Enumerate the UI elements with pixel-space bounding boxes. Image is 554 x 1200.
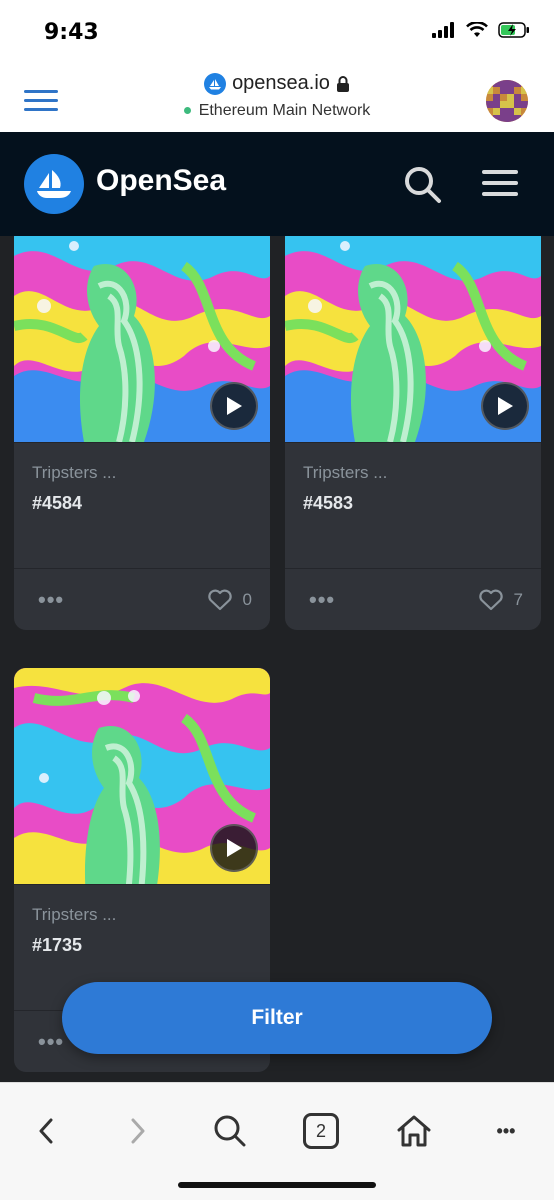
more-dots-icon: ••• — [496, 1120, 516, 1141]
favorite-button[interactable]: 7 — [478, 589, 523, 611]
back-button[interactable] — [26, 1111, 66, 1151]
tabs-button[interactable]: 2 — [303, 1113, 339, 1149]
more-dots-icon[interactable]: ••• — [38, 587, 64, 613]
heart-icon — [207, 589, 232, 610]
battery-icon — [498, 22, 529, 38]
token-id: #4583 — [303, 493, 354, 513]
search-icon — [214, 1115, 246, 1147]
collection-name[interactable]: Tripsters ... — [32, 463, 252, 483]
play-button[interactable] — [481, 382, 529, 430]
chevron-right-icon — [131, 1118, 145, 1144]
signal-icon — [432, 22, 454, 38]
avatar[interactable] — [486, 80, 528, 122]
heart-icon — [478, 589, 503, 610]
token-id: #1735 — [32, 935, 83, 955]
card-footer: ••• 7 — [285, 568, 541, 630]
url-area[interactable]: opensea.io Ethereum Main Network — [0, 72, 554, 120]
url-text: opensea.io — [232, 72, 330, 94]
filter-button[interactable]: Filter — [62, 982, 492, 1054]
card-info: Tripsters ... #4583 — [285, 442, 541, 568]
brand-name[interactable]: OpenSea — [96, 164, 226, 198]
card-info: Tripsters ... #4584 — [14, 442, 270, 568]
tabs-count: 2 — [315, 1120, 326, 1141]
hamburger-icon[interactable] — [482, 170, 518, 203]
asset-image[interactable] — [285, 236, 541, 442]
search-icon[interactable] — [404, 166, 442, 204]
status-time: 9:43 — [44, 20, 99, 45]
lock-icon — [336, 75, 349, 92]
more-options-button[interactable]: ••• — [486, 1111, 526, 1151]
card-footer: ••• 0 — [14, 568, 270, 630]
status-icons — [432, 22, 530, 38]
browser-address-bar: opensea.io Ethereum Main Network — [0, 64, 554, 132]
home-button[interactable] — [394, 1111, 434, 1151]
forward-button[interactable] — [118, 1111, 158, 1151]
like-count: 0 — [242, 589, 252, 609]
chevron-left-icon — [39, 1118, 53, 1144]
play-icon — [227, 397, 242, 415]
asset-card[interactable]: Tripsters ... #4583 ••• 7 — [285, 236, 541, 630]
home-icon — [397, 1115, 431, 1147]
asset-image[interactable] — [14, 668, 270, 884]
more-dots-icon[interactable]: ••• — [309, 587, 335, 613]
search-button[interactable] — [210, 1111, 250, 1151]
play-button[interactable] — [210, 824, 258, 872]
network-name: Ethereum Main Network — [198, 101, 371, 119]
collection-name[interactable]: Tripsters ... — [32, 905, 252, 925]
more-dots-icon[interactable]: ••• — [38, 1029, 64, 1055]
asset-image[interactable] — [14, 236, 270, 442]
opensea-logo-icon[interactable] — [24, 154, 84, 214]
site-favicon-icon — [204, 72, 227, 95]
opensea-header: OpenSea — [0, 132, 554, 236]
wifi-icon — [466, 22, 488, 37]
home-indicator — [178, 1182, 376, 1188]
asset-card[interactable]: Tripsters ... #4584 ••• 0 — [14, 236, 270, 630]
network-status-dot — [183, 107, 191, 114]
like-count: 7 — [513, 589, 523, 609]
asset-grid: Tripsters ... #4584 ••• 0 Tripsters ... … — [0, 236, 554, 1082]
favorite-button[interactable]: 0 — [207, 589, 252, 611]
play-button[interactable] — [210, 382, 258, 430]
play-icon — [227, 839, 242, 857]
status-bar: 9:43 — [0, 0, 554, 64]
play-icon — [498, 397, 513, 415]
token-id: #4584 — [32, 493, 83, 513]
collection-name[interactable]: Tripsters ... — [303, 463, 523, 483]
